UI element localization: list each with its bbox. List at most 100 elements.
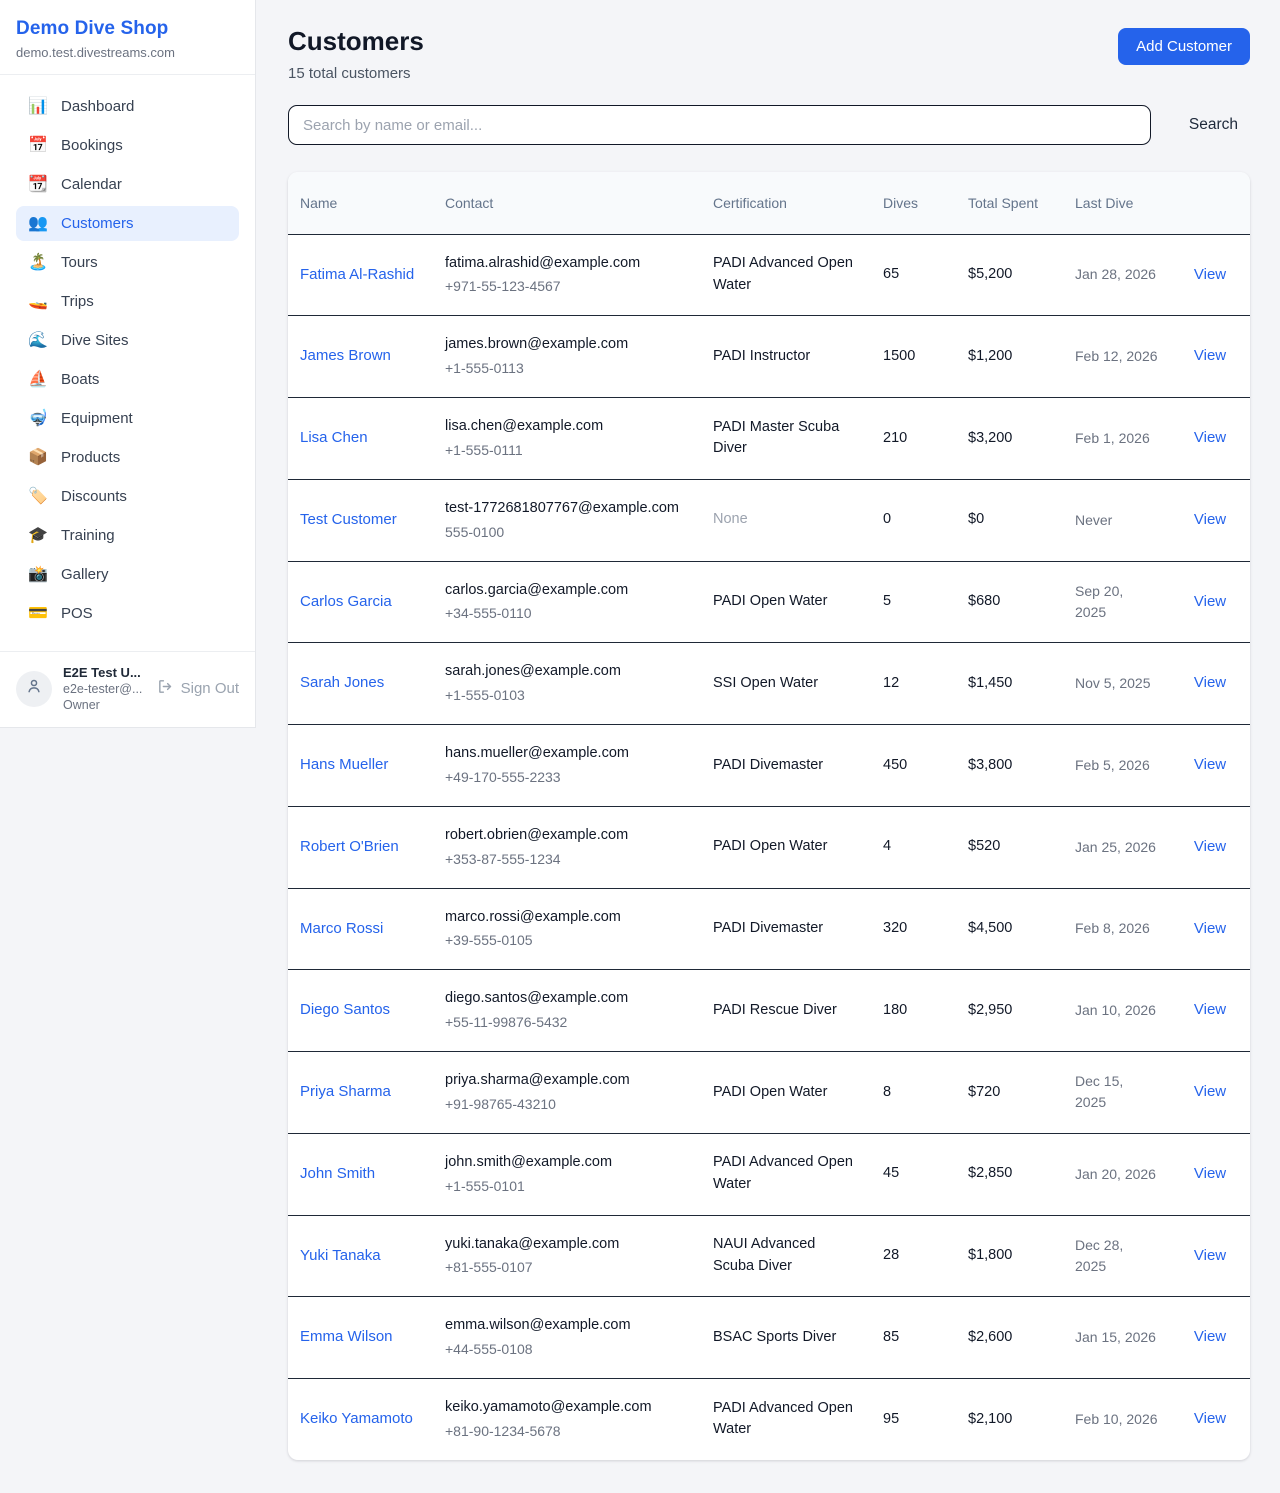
view-customer-link[interactable]: View bbox=[1194, 429, 1226, 446]
sidebar-item-equipment[interactable]: 🤿 Equipment bbox=[16, 401, 239, 436]
customer-last-dive: Nov 5, 2025 bbox=[1063, 643, 1170, 725]
sidebar-item-customers[interactable]: 👥 Customers bbox=[16, 206, 239, 241]
view-customer-link[interactable]: View bbox=[1194, 838, 1226, 855]
customer-total-spent: $3,800 bbox=[956, 725, 1063, 807]
view-customer-link[interactable]: View bbox=[1194, 920, 1226, 937]
customer-email: test-1772681807767@example.com bbox=[445, 498, 689, 520]
customer-total-spent: $1,450 bbox=[956, 643, 1063, 725]
customer-name-link[interactable]: Test Customer bbox=[300, 511, 397, 528]
customer-last-dive: Dec 15, 2025 bbox=[1063, 1052, 1170, 1134]
sidebar-item-bookings[interactable]: 📅 Bookings bbox=[16, 128, 239, 163]
customer-certification: None bbox=[701, 479, 871, 561]
customer-dives: 180 bbox=[871, 970, 956, 1052]
column-header: Certification bbox=[701, 172, 871, 234]
customer-email: robert.obrien@example.com bbox=[445, 825, 689, 847]
sidebar-nav: 📊 Dashboard 📅 Bookings 📆 Calendar 👥 Cust… bbox=[0, 75, 255, 645]
customer-name-link[interactable]: Priya Sharma bbox=[300, 1083, 391, 1100]
add-customer-button[interactable]: Add Customer bbox=[1118, 28, 1250, 65]
sidebar-item-label: Gallery bbox=[61, 566, 109, 583]
sidebar-item-calendar[interactable]: 📆 Calendar bbox=[16, 167, 239, 202]
view-customer-link[interactable]: View bbox=[1194, 266, 1226, 283]
customer-certification: PADI Rescue Diver bbox=[701, 970, 871, 1052]
customer-certification: PADI Advanced Open Water bbox=[701, 1379, 871, 1460]
customer-name-link[interactable]: John Smith bbox=[300, 1165, 375, 1182]
customer-last-dive: Sep 20, 2025 bbox=[1063, 561, 1170, 643]
customer-email: hans.mueller@example.com bbox=[445, 743, 689, 765]
customer-name-link[interactable]: Emma Wilson bbox=[300, 1328, 393, 1345]
view-customer-link[interactable]: View bbox=[1194, 593, 1226, 610]
bookings-calendar-icon: 📅 bbox=[28, 138, 48, 154]
pos-card-icon: 💳 bbox=[28, 606, 48, 622]
sidebar-item-dashboard[interactable]: 📊 Dashboard bbox=[16, 89, 239, 124]
customer-phone: 555-0100 bbox=[445, 522, 689, 543]
customer-name-link[interactable]: Hans Mueller bbox=[300, 756, 388, 773]
boats-sailboat-icon: ⛵ bbox=[28, 372, 48, 388]
view-customer-link[interactable]: View bbox=[1194, 1328, 1226, 1345]
view-customer-link[interactable]: View bbox=[1194, 1247, 1226, 1264]
sidebar-item-discounts[interactable]: 🏷️ Discounts bbox=[16, 479, 239, 514]
sidebar-item-products[interactable]: 📦 Products bbox=[16, 440, 239, 475]
table-row: James Brown james.brown@example.com +1-5… bbox=[288, 316, 1250, 398]
customer-total-spent: $4,500 bbox=[956, 888, 1063, 970]
customer-dives: 4 bbox=[871, 806, 956, 888]
view-customer-link[interactable]: View bbox=[1194, 756, 1226, 773]
customer-name-link[interactable]: Keiko Yamamoto bbox=[300, 1410, 413, 1427]
customer-dives: 1500 bbox=[871, 316, 956, 398]
view-customer-link[interactable]: View bbox=[1194, 1001, 1226, 1018]
customer-name-link[interactable]: Diego Santos bbox=[300, 1001, 390, 1018]
customer-name-link[interactable]: Yuki Tanaka bbox=[300, 1247, 381, 1264]
view-customer-link[interactable]: View bbox=[1194, 347, 1226, 364]
customers-table: NameContactCertificationDivesTotal Spent… bbox=[288, 172, 1250, 1460]
sidebar-item-gallery[interactable]: 📸 Gallery bbox=[16, 557, 239, 592]
customer-email: diego.santos@example.com bbox=[445, 988, 689, 1010]
customer-phone: +81-555-0107 bbox=[445, 1257, 689, 1278]
customer-phone: +1-555-0101 bbox=[445, 1176, 689, 1197]
sidebar-item-trips[interactable]: 🚤 Trips bbox=[16, 284, 239, 319]
view-customer-link[interactable]: View bbox=[1194, 674, 1226, 691]
person-icon bbox=[25, 677, 43, 700]
customer-certification: SSI Open Water bbox=[701, 643, 871, 725]
customer-name-link[interactable]: Marco Rossi bbox=[300, 920, 383, 937]
sidebar-item-label: POS bbox=[61, 605, 93, 622]
customer-last-dive: Feb 5, 2026 bbox=[1063, 725, 1170, 807]
sign-out-button[interactable]: Sign Out bbox=[157, 678, 239, 699]
customer-name-link[interactable]: Carlos Garcia bbox=[300, 593, 392, 610]
customer-name-link[interactable]: Robert O'Brien bbox=[300, 838, 399, 855]
sidebar-item-boats[interactable]: ⛵ Boats bbox=[16, 362, 239, 397]
search-input[interactable] bbox=[288, 105, 1151, 145]
sidebar-item-label: Equipment bbox=[61, 410, 133, 427]
sidebar-item-pos[interactable]: 💳 POS bbox=[16, 596, 239, 631]
customer-name-link[interactable]: Sarah Jones bbox=[300, 674, 384, 691]
customer-email: lisa.chen@example.com bbox=[445, 416, 689, 438]
customer-certification: PADI Master Scuba Diver bbox=[701, 398, 871, 480]
customer-total-spent: $5,200 bbox=[956, 234, 1063, 316]
sidebar-item-tours[interactable]: 🏝️ Tours bbox=[16, 245, 239, 280]
view-customer-link[interactable]: View bbox=[1194, 1083, 1226, 1100]
column-header bbox=[1170, 172, 1250, 234]
sidebar-item-dive-sites[interactable]: 🌊 Dive Sites bbox=[16, 323, 239, 358]
customer-name-link[interactable]: James Brown bbox=[300, 347, 391, 364]
sidebar-item-label: Calendar bbox=[61, 176, 122, 193]
customer-phone: +44-555-0108 bbox=[445, 1339, 689, 1360]
discounts-tag-icon: 🏷️ bbox=[28, 489, 48, 505]
sidebar-item-training[interactable]: 🎓 Training bbox=[16, 518, 239, 553]
customer-certification: PADI Divemaster bbox=[701, 725, 871, 807]
customer-email: marco.rossi@example.com bbox=[445, 907, 689, 929]
search-button[interactable]: Search bbox=[1177, 108, 1250, 142]
sidebar-item-label: Customers bbox=[61, 215, 134, 232]
customer-total-spent: $2,600 bbox=[956, 1297, 1063, 1379]
customer-last-dive: Jan 25, 2026 bbox=[1063, 806, 1170, 888]
view-customer-link[interactable]: View bbox=[1194, 511, 1226, 528]
view-customer-link[interactable]: View bbox=[1194, 1165, 1226, 1182]
customer-certification: PADI Open Water bbox=[701, 561, 871, 643]
customer-name-link[interactable]: Fatima Al-Rashid bbox=[300, 266, 414, 283]
user-role: Owner bbox=[63, 698, 146, 712]
user-avatar bbox=[16, 671, 52, 707]
customer-email: james.brown@example.com bbox=[445, 334, 689, 356]
view-customer-link[interactable]: View bbox=[1194, 1410, 1226, 1427]
customer-last-dive: Feb 10, 2026 bbox=[1063, 1379, 1170, 1460]
customer-name-link[interactable]: Lisa Chen bbox=[300, 429, 368, 446]
table-header: NameContactCertificationDivesTotal Spent… bbox=[288, 172, 1250, 234]
customer-phone: +1-555-0113 bbox=[445, 358, 689, 379]
sidebar-item-label: Products bbox=[61, 449, 120, 466]
